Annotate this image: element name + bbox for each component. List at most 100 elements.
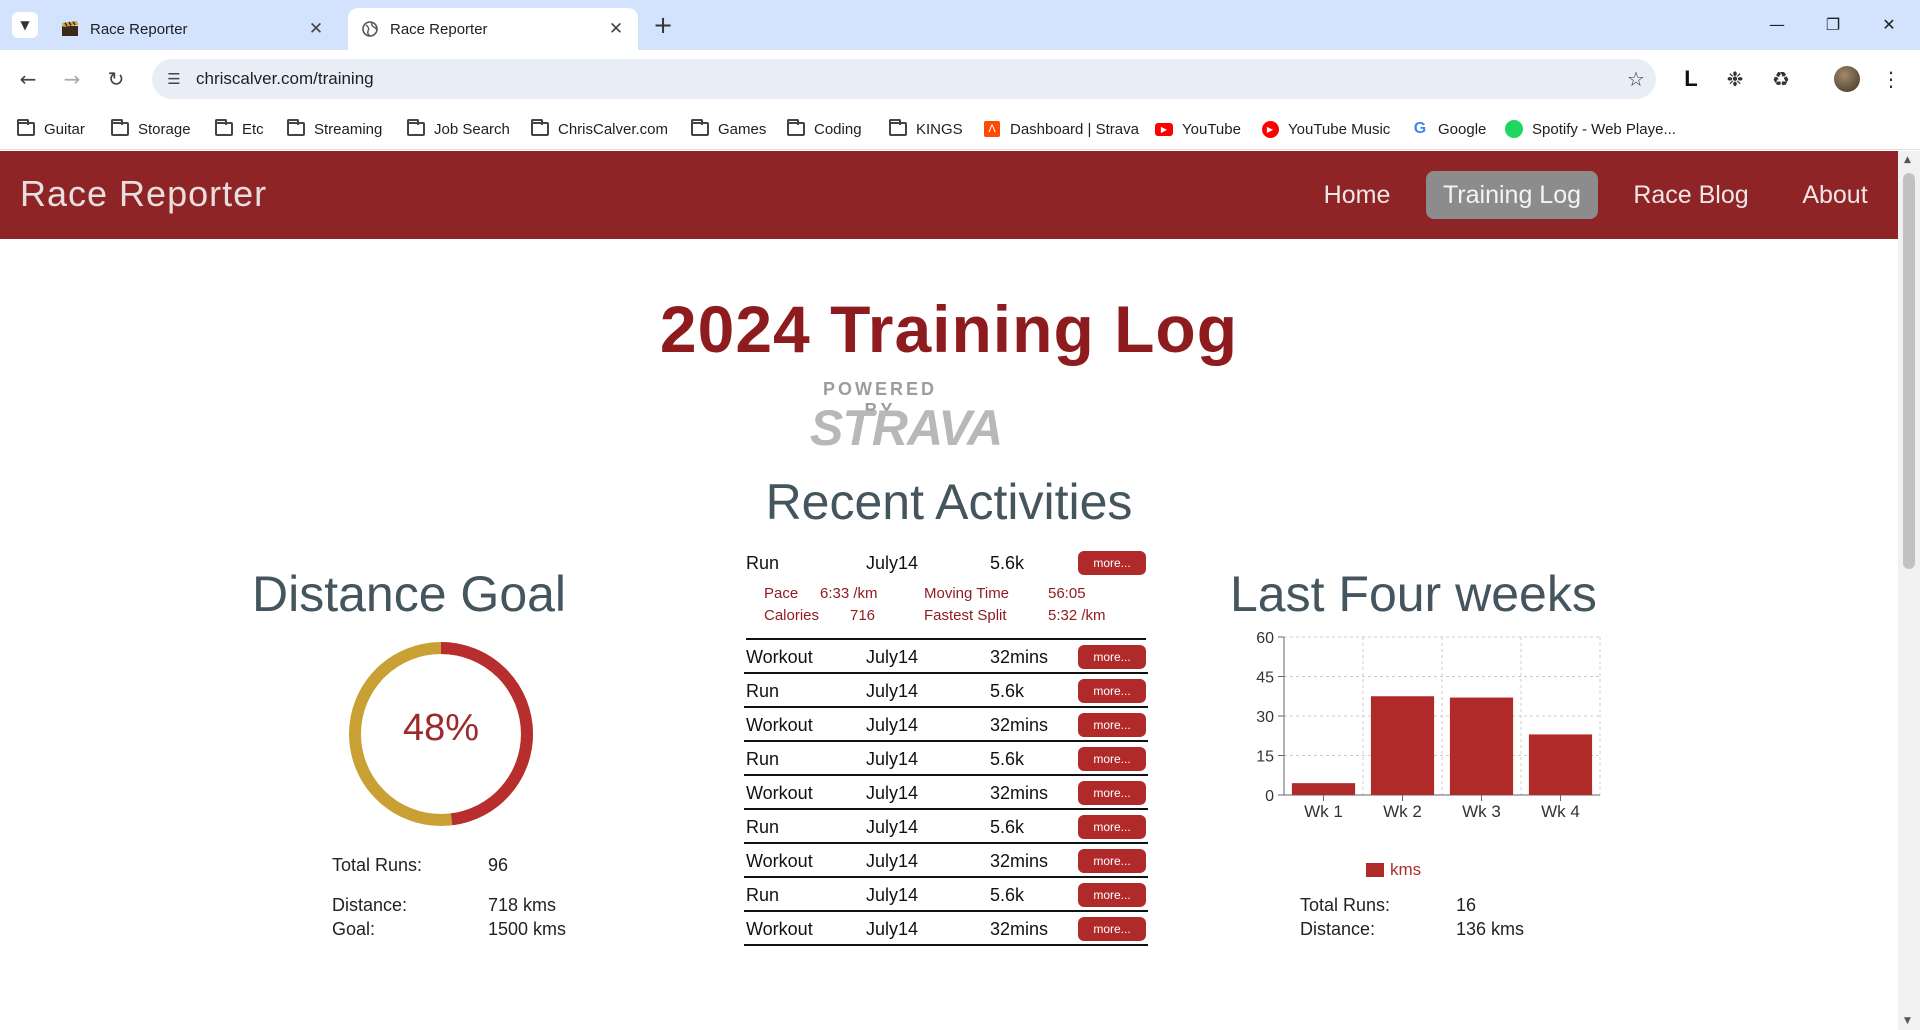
activity-row[interactable]: Workout July14 32mins more... [744, 641, 1148, 674]
activity-row[interactable]: Workout July14 32mins more... [744, 845, 1148, 878]
address-bar[interactable]: ☰ chriscalver.com/training ☆ [152, 59, 1656, 99]
nav-home[interactable]: Home [1306, 171, 1408, 219]
browser-tab-bar: ▼ Race Reporter ✕ Race Reporter ✕ + — ❐ … [0, 0, 1920, 50]
last-four-weeks-title: Last Four weeks [1230, 566, 1597, 622]
close-icon[interactable]: ✕ [306, 19, 326, 39]
vertical-scrollbar[interactable]: ▲ ▼ [1898, 151, 1920, 1030]
folder-icon [16, 119, 36, 137]
url-text[interactable]: chriscalver.com/training [196, 69, 1616, 89]
activity-type: Run [746, 885, 780, 905]
activity-date: July14 [866, 647, 919, 667]
site-brand[interactable]: Race Reporter [20, 173, 267, 215]
distance-goal-percent: 48% [402, 707, 480, 749]
bookmark-spotify[interactable]: Spotify - Web Playe... [1504, 116, 1676, 142]
more-button[interactable]: more... [1078, 815, 1146, 839]
more-button[interactable]: more... [1078, 679, 1146, 703]
bookmark-streaming[interactable]: Streaming [286, 116, 382, 142]
distance-value: 718 kms [488, 895, 557, 915]
activity-row[interactable]: Run July14 5.6k more... [744, 675, 1148, 708]
activity-type: Run [746, 681, 780, 701]
more-button[interactable]: more... [1078, 849, 1146, 873]
activity-distance: 32mins [990, 783, 1049, 803]
bookmark-youtube-music[interactable]: ▶ YouTube Music [1260, 116, 1390, 142]
activity-row[interactable]: Run July14 5.6k more... [744, 743, 1148, 776]
clapperboard-icon [60, 19, 80, 39]
bookmark-guitar[interactable]: Guitar [16, 116, 85, 142]
globe-icon [360, 19, 380, 39]
more-button[interactable]: more... [1078, 781, 1146, 805]
nav-about[interactable]: About [1784, 171, 1886, 219]
total-runs-value: 96 [488, 855, 509, 875]
browser-tab-active[interactable]: Race Reporter ✕ [348, 8, 638, 50]
bookmark-coding[interactable]: Coding [786, 116, 862, 142]
scrollbar-thumb[interactable] [1903, 173, 1915, 569]
tab-search-button[interactable]: ▼ [12, 12, 38, 38]
activity-row[interactable]: Workout July14 32mins more... [744, 709, 1148, 742]
close-icon[interactable]: ✕ [606, 19, 626, 39]
folder-icon [286, 119, 306, 137]
recent-activities-title: Recent Activities [765, 474, 1133, 530]
more-button[interactable]: more... [1078, 883, 1146, 907]
bookmark-kings[interactable]: KINGS [888, 116, 963, 142]
activity-date: July14 [866, 919, 919, 939]
more-button[interactable]: more... [1078, 917, 1146, 941]
site-info-icon[interactable]: ☰ [152, 70, 196, 88]
activity-row[interactable]: Run July14 5.6k more... [744, 547, 1148, 580]
bookmark-job-search[interactable]: Job Search [406, 116, 510, 142]
restore-icon[interactable]: ❐ [1810, 8, 1856, 40]
browser-toolbar: ← → ↻ ☰ chriscalver.com/training ☆ L ❉ ♻… [0, 50, 1920, 108]
activity-row[interactable]: Workout July14 32mins more... [744, 913, 1148, 946]
calories-value: 716 [850, 607, 876, 624]
fastest-split-label: Fastest Split [924, 607, 1007, 624]
profile-avatar[interactable] [1832, 64, 1862, 94]
x-tick-label: Wk 3 [1462, 802, 1501, 821]
forward-arrow-icon[interactable]: → [56, 63, 88, 95]
nav-race-blog[interactable]: Race Blog [1616, 171, 1766, 219]
extension-bug-icon[interactable]: ❉ [1720, 64, 1750, 94]
scroll-up-icon[interactable]: ▲ [1904, 155, 1911, 165]
pace-label: Pace [764, 585, 799, 602]
minimize-icon[interactable]: — [1754, 8, 1800, 40]
activity-row[interactable]: Workout July14 32mins more... [744, 777, 1148, 810]
y-tick-label: 0 [1265, 788, 1274, 805]
activity-distance: 5.6k [990, 885, 1025, 905]
bookmark-youtube[interactable]: ▶ YouTube [1154, 116, 1241, 142]
legend-label: kms [1390, 860, 1422, 879]
bookmark-chriscalver[interactable]: ChrisCalver.com [530, 116, 668, 142]
reload-icon[interactable]: ↻ [100, 63, 132, 95]
activity-type: Run [746, 749, 780, 769]
back-arrow-icon[interactable]: ← [12, 63, 44, 95]
spotify-icon [1504, 120, 1524, 138]
activity-distance: 32mins [990, 715, 1049, 735]
activity-date: July14 [866, 885, 919, 905]
activity-row[interactable]: Run July14 5.6k more... [744, 811, 1148, 844]
bookmark-strava[interactable]: Λ Dashboard | Strava [982, 116, 1139, 142]
browser-tab[interactable]: Race Reporter ✕ [48, 8, 338, 50]
bookmark-storage[interactable]: Storage [110, 116, 191, 142]
activity-type: Run [746, 817, 780, 837]
bookmark-etc[interactable]: Etc [214, 116, 264, 142]
more-button[interactable]: more... [1078, 747, 1146, 771]
kebab-menu-icon[interactable]: ⋮ [1876, 64, 1906, 94]
activity-row[interactable]: Run July14 5.6k more... [744, 879, 1148, 912]
more-button[interactable]: more... [1078, 645, 1146, 669]
bookmark-star-icon[interactable]: ☆ [1616, 67, 1656, 91]
new-tab-plus-icon[interactable]: + [650, 11, 676, 39]
scroll-down-icon[interactable]: ▼ [1904, 1016, 1911, 1026]
nav-training-log[interactable]: Training Log [1426, 171, 1598, 219]
extension-l-icon[interactable]: L [1676, 64, 1706, 94]
activity-date: July14 [866, 715, 919, 735]
extensions-puzzle-icon[interactable]: ♻ [1766, 64, 1796, 94]
legend-swatch [1366, 863, 1384, 877]
page-content: Race Reporter Home Training Log Race Blo… [0, 151, 1898, 1030]
activity-type: Workout [746, 715, 813, 735]
more-button[interactable]: more... [1078, 551, 1146, 575]
window-close-icon[interactable]: ✕ [1866, 8, 1912, 40]
more-button[interactable]: more... [1078, 713, 1146, 737]
activity-distance: 32mins [990, 919, 1049, 939]
moving-time-value: 56:05 [1048, 585, 1086, 602]
bookmark-games[interactable]: Games [690, 116, 766, 142]
four-week-runs-label: Total Runs: [1300, 895, 1391, 915]
folder-icon [690, 119, 710, 137]
bookmark-google[interactable]: G Google [1410, 116, 1487, 142]
